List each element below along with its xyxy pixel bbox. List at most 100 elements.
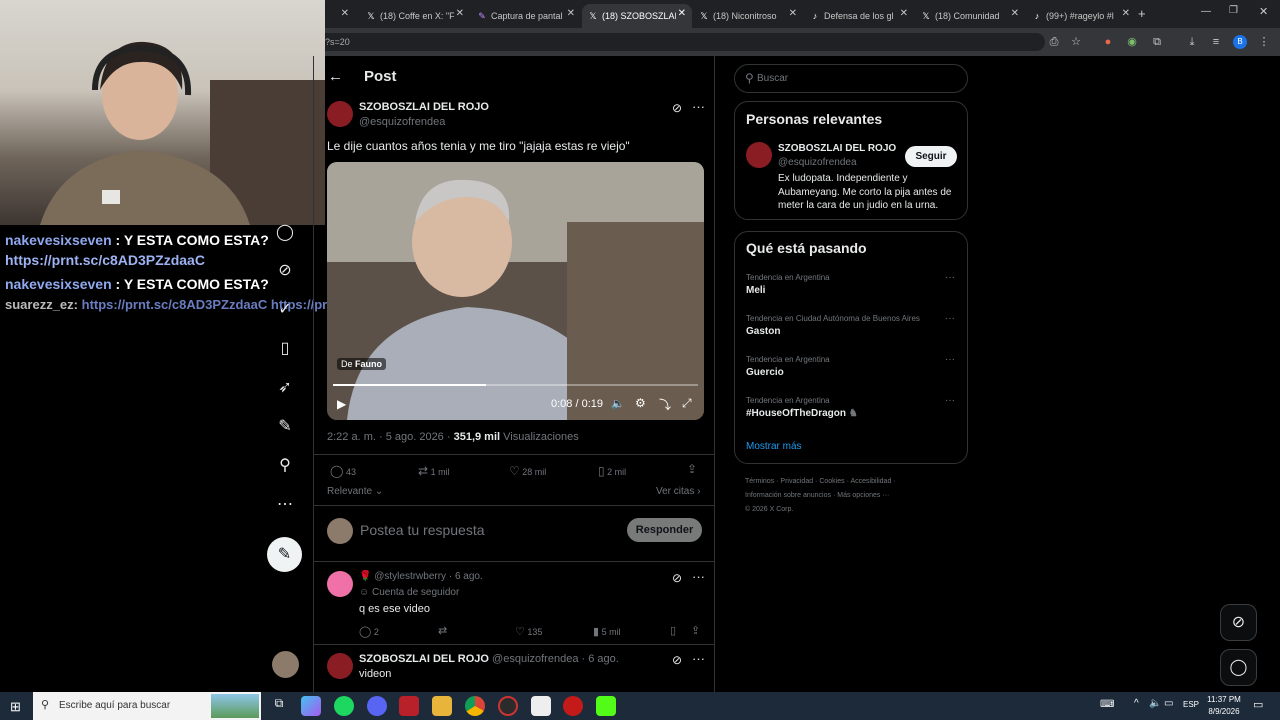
reply-author[interactable]: SZOBOSZLAI DEL ROJO @esquizofrendea · 6 … — [359, 653, 619, 665]
taskbar-search-input[interactable]: Escribe aquí para buscar — [59, 700, 170, 711]
bookmarks-icon[interactable]: ▯ — [274, 338, 296, 360]
more-icon[interactable]: ··· — [945, 272, 955, 283]
pip-icon[interactable]: ⤵ — [659, 396, 671, 413]
download-icon[interactable]: ⤓ — [1185, 35, 1199, 49]
more-icon[interactable]: ··· — [945, 395, 955, 406]
reply-author-avatar[interactable] — [327, 653, 353, 679]
search-input[interactable]: Buscar — [757, 73, 788, 84]
taskbar-search[interactable]: ⚲ Escribe aquí para buscar — [33, 692, 261, 720]
close-icon[interactable]: ✕ — [456, 8, 464, 19]
more-icon[interactable]: ··· — [945, 354, 955, 365]
app-icon[interactable] — [531, 696, 551, 716]
person-handle[interactable]: @esquizofrendea — [778, 157, 857, 168]
grok-icon[interactable]: ⊘ — [672, 653, 682, 667]
trend-item[interactable]: Guercio — [746, 367, 784, 378]
tab-szoboszlai[interactable]: 𝕏 (18) SZOBOSZLAI ✕ — [582, 4, 692, 28]
tab-defensa[interactable]: ♪ Defensa de los gl ✕ — [804, 4, 914, 28]
follow-button[interactable]: Seguir — [905, 146, 957, 167]
network-icon[interactable]: ▭ — [1164, 698, 1173, 709]
browser-menu-icon[interactable]: ⋮ — [1257, 35, 1271, 49]
tab-captura[interactable]: ✎ Captura de pantal ✕ — [471, 4, 581, 28]
discord-icon[interactable] — [367, 696, 387, 716]
author-name[interactable]: SZOBOSZLAI DEL ROJO — [359, 101, 489, 113]
close-icon[interactable]: ✕ — [567, 8, 575, 19]
search-box[interactable]: ⚲ Buscar — [734, 64, 968, 93]
bookmark-icon[interactable]: ▯ — [670, 624, 676, 637]
share-icon[interactable]: ⇪ — [687, 462, 697, 476]
more-icon[interactable]: ··· — [692, 99, 705, 114]
media-queue-icon[interactable]: ≡ — [1209, 35, 1223, 49]
tab-rageylo[interactable]: ♪ (99+) #rageylo #l ✕ — [1026, 4, 1136, 28]
reply-author-avatar[interactable] — [327, 571, 353, 597]
author-avatar[interactable] — [327, 101, 353, 127]
language-indicator[interactable]: ESP — [1183, 700, 1199, 709]
person-name[interactable]: SZOBOSZLAI DEL ROJO — [778, 143, 896, 154]
volume-icon[interactable]: 🔈 — [1149, 698, 1161, 709]
messages-icon[interactable]: ◯ — [274, 222, 296, 244]
close-icon[interactable]: ✕ — [789, 8, 797, 19]
like-stat[interactable]: ♡ 28 mil — [509, 464, 546, 478]
share-icon[interactable]: ⇪ — [691, 624, 700, 637]
clock[interactable]: 11:37 PM 8/9/2026 — [1207, 695, 1241, 716]
extension-fire-icon[interactable]: ● — [1101, 35, 1115, 49]
reply-views-stat[interactable]: ▮ 5 mil — [593, 625, 621, 638]
messages-float-button[interactable]: ◯ — [1220, 649, 1257, 686]
reply-replies-stat[interactable]: ◯ 2 — [359, 625, 379, 638]
app-icon[interactable] — [498, 696, 518, 716]
repost-stat[interactable]: ⇄ 1 mil — [418, 464, 450, 478]
maximize-button[interactable]: ❐ — [1229, 5, 1238, 16]
back-arrow-icon[interactable]: ← — [328, 68, 343, 85]
reply-button[interactable]: Responder — [627, 518, 702, 542]
grok-float-button[interactable]: ⊘ — [1220, 604, 1257, 641]
close-icon[interactable]: ✕ — [341, 8, 349, 19]
author-handle[interactable]: @esquizofrendea — [359, 116, 445, 128]
more-icon[interactable]: ··· — [692, 569, 705, 584]
chrome-icon[interactable] — [465, 696, 485, 716]
windows-start-icon[interactable]: ⊞ — [10, 699, 21, 715]
more-icon[interactable]: ··· — [945, 313, 955, 324]
minimize-button[interactable]: — — [1201, 6, 1211, 17]
profile-avatar[interactable]: B — [1233, 35, 1247, 49]
install-app-icon[interactable]: ⎙ — [1047, 35, 1061, 49]
close-icon[interactable]: ✕ — [678, 8, 686, 19]
bookmark-stat[interactable]: ▯ 2 mil — [598, 464, 626, 478]
more-icon[interactable]: ··· — [692, 651, 705, 666]
extensions-icon[interactable]: ⧉ — [1150, 35, 1164, 49]
reply-input[interactable]: Postea tu respuesta — [360, 522, 485, 538]
trend-item[interactable]: #HouseOfTheDragon ♞ — [746, 408, 858, 419]
settings-icon[interactable]: ⚙ — [635, 396, 646, 410]
tray-chevron-icon[interactable]: ^ — [1134, 698, 1139, 709]
close-icon[interactable]: ✕ — [900, 8, 908, 19]
extension-color-icon[interactable]: ◉ — [1125, 35, 1139, 49]
video-source-badge[interactable]: De Fauno — [337, 358, 387, 370]
sort-dropdown[interactable]: Relevante ⌄ — [327, 486, 383, 497]
verified-icon[interactable]: ✓ — [274, 299, 296, 321]
account-avatar[interactable] — [272, 651, 299, 678]
task-view-icon[interactable]: ⧉ — [269, 696, 289, 716]
spotify-icon[interactable] — [334, 696, 354, 716]
grok-icon[interactable]: ⊘ — [274, 260, 296, 282]
copilot-icon[interactable] — [301, 696, 321, 716]
lists-icon[interactable]: ✎ — [274, 416, 296, 438]
kick-icon[interactable] — [596, 696, 616, 716]
tab-niconitroso[interactable]: 𝕏 (18) Niconitroso ✕ — [693, 4, 803, 28]
trend-item[interactable]: Meli — [746, 285, 765, 296]
profile-icon[interactable]: ⚲ — [274, 455, 296, 477]
video-player[interactable]: De Fauno ▶ 0:08 / 0:19 🔈 ⚙ ⤵ ⤢ — [327, 162, 704, 420]
more-options-icon[interactable]: ⋯ — [274, 494, 296, 516]
tab-comunidad[interactable]: 𝕏 (18) Comunidad ✕ — [915, 4, 1025, 28]
reply-like-stat[interactable]: ♡ 135 — [515, 625, 542, 638]
reply-author[interactable]: 🌹 @stylestrwberry · 6 ago. — [359, 571, 483, 582]
grok-icon[interactable]: ⊘ — [672, 101, 682, 115]
grok-icon[interactable]: ⊘ — [672, 571, 682, 585]
trend-item[interactable]: Gaston — [746, 326, 780, 337]
new-tab-button[interactable]: + — [1138, 6, 1146, 21]
url-field[interactable]: ?s=20 — [325, 33, 1045, 51]
jobs-rocket-icon[interactable]: ➶ — [274, 377, 296, 399]
repost-icon[interactable]: ⇄ — [438, 624, 447, 637]
file-explorer-icon[interactable] — [432, 696, 452, 716]
keyboard-icon[interactable]: ⌨ — [1100, 699, 1114, 710]
app-icon[interactable] — [399, 696, 419, 716]
play-icon[interactable]: ▶ — [337, 397, 346, 411]
show-more-link[interactable]: Mostrar más — [746, 441, 802, 452]
